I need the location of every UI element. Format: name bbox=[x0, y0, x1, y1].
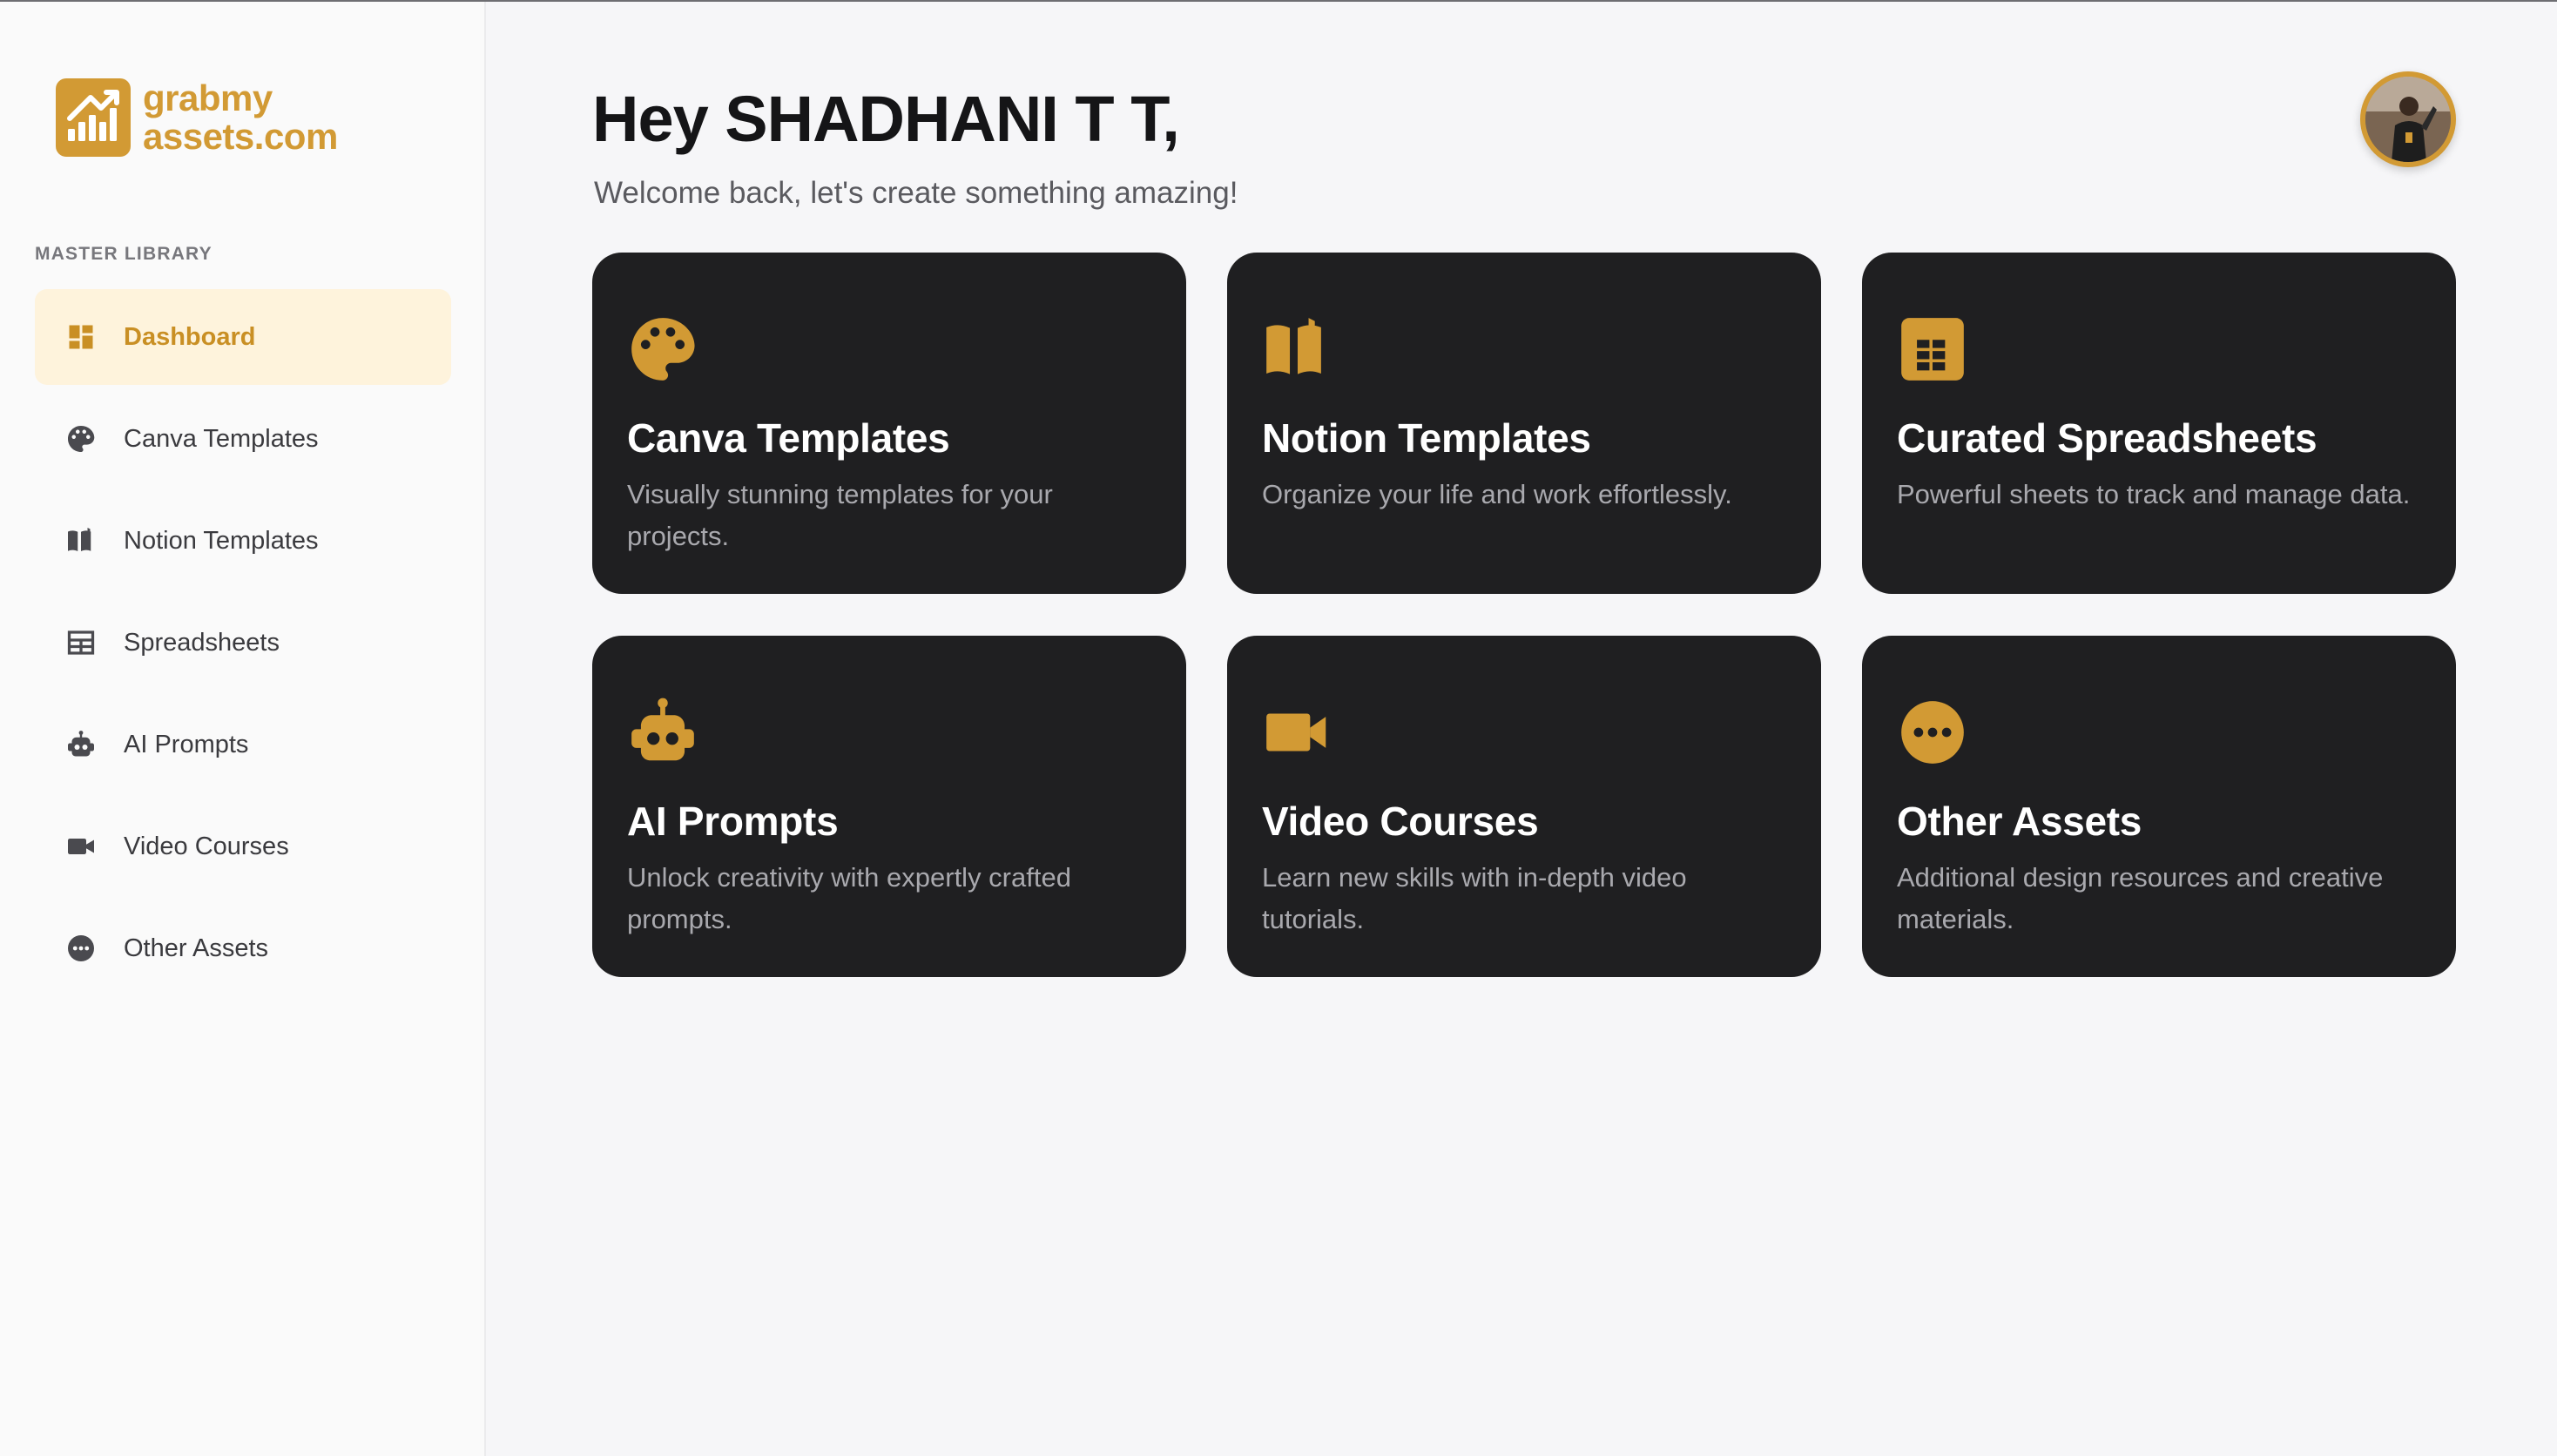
sidebar-item-label: Video Courses bbox=[124, 832, 289, 860]
logo-icon bbox=[56, 78, 131, 157]
card-title: AI Prompts bbox=[627, 799, 839, 844]
sidebar-item-dashboard[interactable]: Dashboard bbox=[35, 289, 451, 385]
page-subtitle: Welcome back, let's create something ama… bbox=[594, 176, 1238, 210]
avatar-photo bbox=[2365, 77, 2451, 162]
card-description: Visually stunning templates for your pro… bbox=[627, 479, 1053, 551]
card-description: Learn new skills with in-depth video tut… bbox=[1262, 862, 1687, 934]
sidebar-item-label: AI Prompts bbox=[124, 730, 249, 758]
card-description: Powerful sheets to track and manage data… bbox=[1897, 479, 2411, 509]
logo-text-line1: grabmy bbox=[143, 78, 273, 118]
card-description: Additional design resources and creative… bbox=[1897, 862, 2384, 934]
avatar[interactable] bbox=[2360, 71, 2456, 167]
robot-icon bbox=[64, 728, 98, 761]
book-icon bbox=[1260, 312, 1335, 387]
category-grid: Canva Templates Visually stunning templa… bbox=[592, 253, 2456, 977]
sidebar-item-spreadsheets[interactable]: Spreadsheets bbox=[35, 595, 451, 691]
video-camera-icon bbox=[1260, 695, 1335, 770]
palette-icon bbox=[625, 312, 700, 387]
card-ai-prompts[interactable]: AI Prompts Unlock creativity with expert… bbox=[592, 636, 1186, 977]
book-icon bbox=[64, 524, 98, 557]
card-other-assets[interactable]: Other Assets Additional design resources… bbox=[1862, 636, 2456, 977]
palette-icon bbox=[64, 422, 98, 455]
sidebar-item-other-assets[interactable]: Other Assets bbox=[35, 900, 451, 996]
main-content: Hey SHADHANI T T, Welcome back, let's cr… bbox=[488, 2, 2557, 1456]
card-title: Curated Spreadsheets bbox=[1897, 415, 2317, 461]
card-curated-spreadsheets[interactable]: Curated Spreadsheets Powerful sheets to … bbox=[1862, 253, 2456, 594]
sidebar-item-label: Spreadsheets bbox=[124, 628, 280, 657]
card-title: Other Assets bbox=[1897, 799, 2142, 844]
card-video-courses[interactable]: Video Courses Learn new skills with in-d… bbox=[1227, 636, 1821, 977]
spreadsheet-icon bbox=[1895, 312, 1970, 387]
brand-logo[interactable]: grabmy assets.com bbox=[56, 78, 338, 157]
card-title: Canva Templates bbox=[627, 415, 950, 461]
sidebar-item-label: Dashboard bbox=[124, 322, 256, 351]
sidebar-item-notion-templates[interactable]: Notion Templates bbox=[35, 493, 451, 589]
more-icon bbox=[1895, 695, 1970, 770]
sidebar-item-ai-prompts[interactable]: AI Prompts bbox=[35, 697, 451, 792]
card-description: Organize your life and work effortlessly… bbox=[1262, 479, 1732, 509]
table-icon bbox=[64, 626, 98, 659]
sidebar-item-label: Other Assets bbox=[124, 934, 269, 962]
page-title: Hey SHADHANI T T, bbox=[592, 83, 1180, 155]
dashboard-icon bbox=[64, 320, 98, 354]
sidebar-item-label: Notion Templates bbox=[124, 526, 319, 555]
card-title: Notion Templates bbox=[1262, 415, 1591, 461]
card-description: Unlock creativity with expertly crafted … bbox=[627, 862, 1071, 934]
sidebar-item-canva-templates[interactable]: Canva Templates bbox=[35, 391, 451, 487]
card-notion-templates[interactable]: Notion Templates Organize your life and … bbox=[1227, 253, 1821, 594]
sidebar: grabmy assets.com MASTER LIBRARY Dashboa… bbox=[0, 2, 486, 1456]
more-icon bbox=[64, 932, 98, 965]
card-title: Video Courses bbox=[1262, 799, 1539, 844]
sidebar-item-video-courses[interactable]: Video Courses bbox=[35, 799, 451, 894]
sidebar-item-label: Canva Templates bbox=[124, 424, 319, 453]
sidebar-nav: Dashboard Canva Templates Notion Templat… bbox=[35, 289, 451, 1002]
card-canva-templates[interactable]: Canva Templates Visually stunning templa… bbox=[592, 253, 1186, 594]
section-label-master-library: MASTER LIBRARY bbox=[35, 244, 213, 264]
video-camera-icon bbox=[64, 830, 98, 863]
logo-text-line2: assets.com bbox=[143, 116, 338, 157]
robot-icon bbox=[625, 695, 700, 770]
